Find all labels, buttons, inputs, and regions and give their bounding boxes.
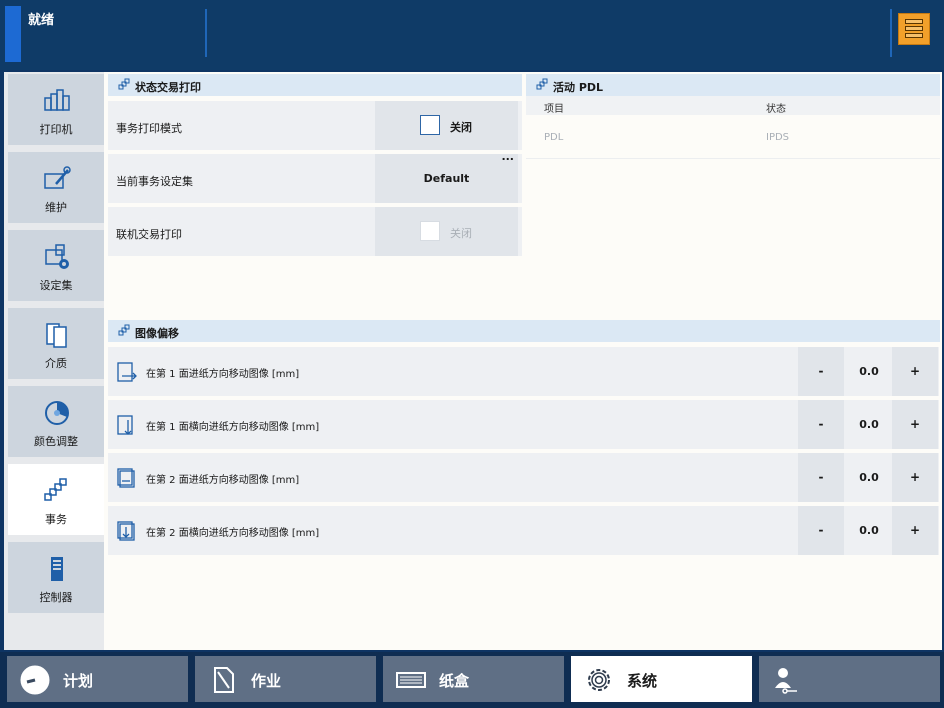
online-transaction-toggle: 关闭 [375, 207, 518, 256]
shift-cross-feed-side2-icon [117, 521, 135, 541]
section-title: 活动 PDL [553, 81, 604, 94]
tab-label: 计划 [63, 672, 94, 690]
increment-button[interactable]: + [892, 347, 938, 396]
transaction-mode-toggle[interactable]: 关闭 [375, 101, 518, 150]
header-divider [890, 9, 892, 57]
sidebar-item-label: 事务 [45, 513, 67, 526]
transaction-icon [118, 78, 130, 90]
media-icon [46, 323, 67, 348]
decrement-button[interactable]: - [798, 506, 844, 555]
image-shift-row: 在第 1 面横向进纸方向移动图像 [mm] - 0.0 + [108, 400, 939, 449]
gear-icon [588, 669, 610, 691]
user-key-icon [775, 668, 797, 694]
transaction-preset-button[interactable]: ... Default [375, 150, 518, 203]
setting-row: 联机交易打印 关闭 [108, 207, 522, 256]
tab-label: 系统 [627, 672, 658, 690]
transaction-icon [44, 478, 67, 501]
setting-row: 事务打印模式 关闭 [108, 101, 522, 150]
color-adjust-icon [45, 401, 69, 425]
sidebar-item-maintenance[interactable]: 维护 [8, 152, 104, 223]
decrement-button[interactable]: - [798, 347, 844, 396]
sidebar-item-label: 维护 [45, 201, 67, 214]
document-icon [214, 667, 234, 693]
value-field[interactable]: 0.0 [846, 453, 892, 502]
more-icon: ... [501, 150, 514, 163]
checkbox[interactable] [420, 115, 440, 135]
transaction-icon [536, 78, 548, 90]
tab-jobs[interactable]: 作业 [195, 656, 376, 702]
presets-icon [45, 244, 69, 269]
pdl-item: PDL [544, 132, 564, 143]
paper-tray-icon [396, 672, 426, 688]
sidebar: 打印机 维护 设定集 介质 颜色调整 事务 控制器 [4, 72, 104, 650]
increment-button[interactable]: + [892, 506, 938, 555]
setting-label: 在第 2 面进纸方向移动图像 [mm] [146, 475, 300, 486]
transaction-print-header: 状态交易打印 [108, 74, 522, 96]
sidebar-item-label: 设定集 [39, 279, 73, 292]
sidebar-item-label: 介质 [45, 357, 67, 370]
shift-feed-icon [117, 362, 137, 382]
pdl-table-header: 项目 状态 [526, 96, 940, 115]
sidebar-item-label: 控制器 [39, 591, 73, 604]
sidebar-item-presets[interactable]: 设定集 [8, 230, 104, 301]
header-bar: 就绪 [0, 0, 944, 70]
setting-label: 在第 1 面横向进纸方向移动图像 [mm] [146, 422, 320, 433]
maintenance-icon [44, 166, 71, 189]
shift-cross-feed-icon [117, 415, 133, 435]
tab-label: 作业 [251, 672, 282, 690]
decrement-button[interactable]: - [798, 400, 844, 449]
checkbox-label: 关闭 [450, 227, 472, 240]
status-indicator [5, 6, 21, 62]
transaction-icon [118, 324, 130, 336]
image-shift-row: 在第 2 面横向进纸方向移动图像 [mm] - 0.0 + [108, 506, 939, 555]
image-shift-row: 在第 1 面进纸方向移动图像 [mm] - 0.0 + [108, 347, 939, 396]
tab-label: 纸盒 [439, 672, 470, 690]
header-divider [205, 9, 207, 57]
image-shift-header: 图像偏移 [108, 320, 940, 342]
decrement-button[interactable]: - [798, 453, 844, 502]
bottom-tab-bar: 计划 作业 纸盒 系统 [0, 652, 944, 708]
tab-schedule[interactable]: 计划 [7, 656, 188, 702]
value-field[interactable]: 0.0 [846, 347, 892, 396]
column-header: 项目 [544, 104, 564, 115]
tab-system[interactable]: 系统 [571, 656, 752, 702]
checkbox-label: 关闭 [450, 121, 472, 134]
setting-row: 当前事务设定集 ... Default [108, 150, 522, 203]
sidebar-item-printer[interactable]: 打印机 [8, 74, 104, 145]
sidebar-item-label: 打印机 [39, 123, 73, 136]
content-area: 打印机 维护 设定集 介质 颜色调整 事务 控制器 状态交易打印 事务打印模式 … [4, 72, 942, 650]
checkbox [420, 221, 440, 241]
sidebar-item-media[interactable]: 介质 [8, 308, 104, 379]
value-field[interactable]: 0.0 [846, 400, 892, 449]
value-field[interactable]: 0.0 [846, 506, 892, 555]
shift-feed-side2-icon [117, 468, 135, 488]
setting-label: 事务打印模式 [116, 122, 182, 135]
status-text: 就绪 [28, 13, 55, 28]
setting-label: 联机交易打印 [116, 228, 182, 241]
setting-label: 当前事务设定集 [116, 175, 193, 188]
sidebar-item-controller[interactable]: 控制器 [8, 542, 104, 613]
pdl-status: IPDS [766, 132, 790, 143]
section-title: 图像偏移 [135, 327, 179, 340]
preset-value: Default [423, 172, 470, 185]
increment-button[interactable]: + [892, 400, 938, 449]
server-menu-icon[interactable] [898, 13, 930, 45]
sidebar-item-color[interactable]: 颜色调整 [8, 386, 104, 457]
column-header: 状态 [766, 104, 786, 115]
clock-icon [20, 665, 50, 695]
sidebar-item-transaction[interactable]: 事务 [8, 464, 104, 535]
tab-user[interactable] [759, 656, 940, 702]
setting-label: 在第 2 面横向进纸方向移动图像 [mm] [146, 528, 320, 539]
section-title: 状态交易打印 [135, 81, 201, 94]
table-row: PDL IPDS [526, 115, 940, 159]
controller-icon [51, 557, 63, 581]
increment-button[interactable]: + [892, 453, 938, 502]
active-pdl-header: 活动 PDL [526, 74, 940, 96]
sidebar-item-label: 颜色调整 [34, 435, 78, 448]
tab-paper-trays[interactable]: 纸盒 [383, 656, 564, 702]
setting-label: 在第 1 面进纸方向移动图像 [mm] [146, 369, 300, 380]
image-shift-row: 在第 2 面进纸方向移动图像 [mm] - 0.0 + [108, 453, 939, 502]
printer-icon [44, 89, 70, 111]
